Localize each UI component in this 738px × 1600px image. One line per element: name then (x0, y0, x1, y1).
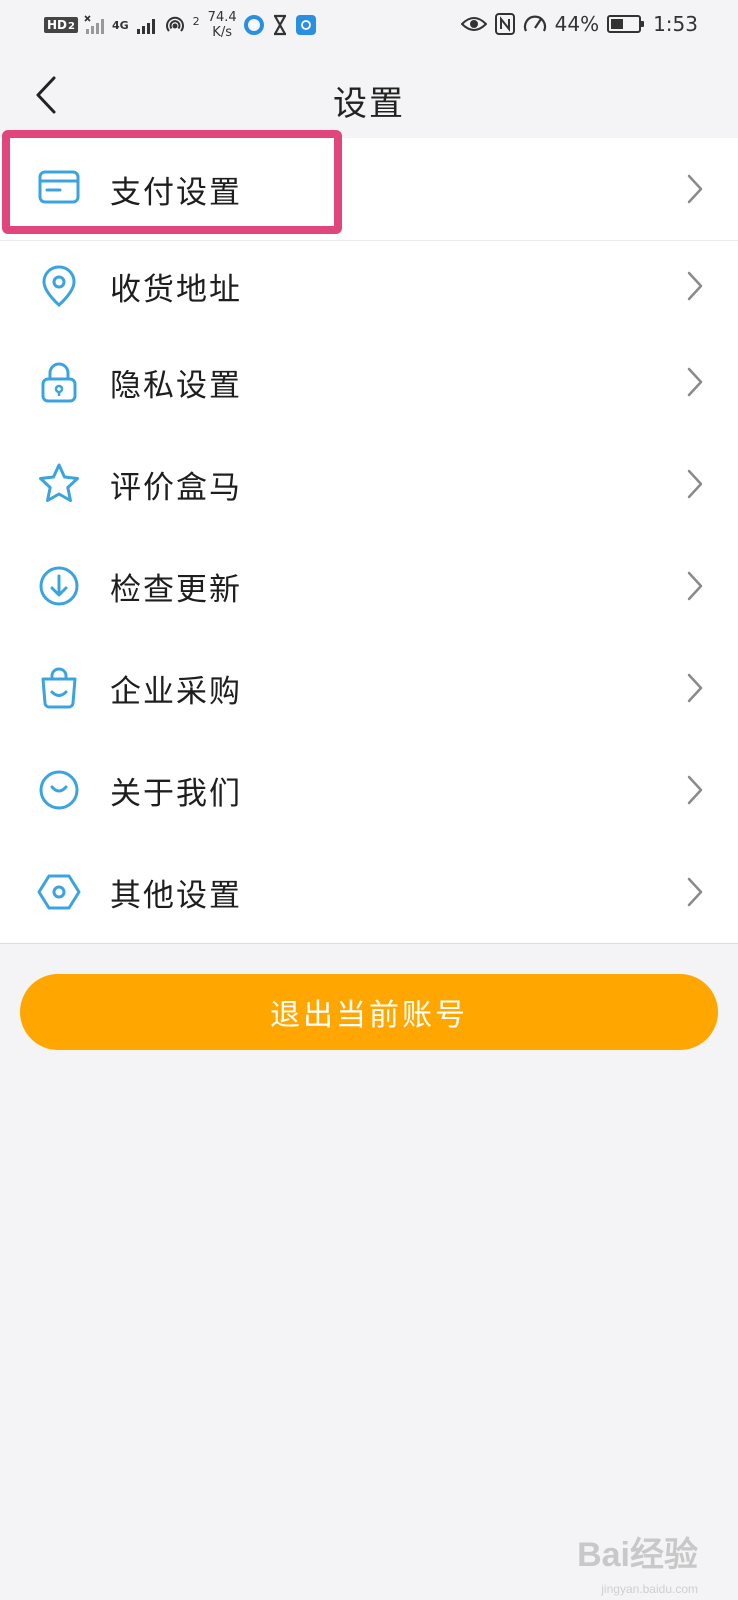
hd-badge: HD2 (44, 17, 78, 33)
payment-card-icon (38, 170, 80, 204)
chevron-right-icon (687, 877, 703, 907)
hourglass-icon (273, 14, 286, 36)
menu-item-label: 收货地址 (110, 271, 242, 308)
download-icon (39, 566, 79, 606)
nav-bar: 设置 (0, 54, 738, 138)
menu-item-payment-settings[interactable]: 支付设置 (0, 138, 738, 241)
battery-level (611, 19, 623, 29)
settings-menu: 支付设置 收货地址 隐私设置 评价盒马 检查更新 企业采购 关于我们 其他设置 (0, 138, 738, 944)
network-type-label: 4G (111, 18, 129, 32)
signal-strength-icon (136, 19, 155, 34)
eye-icon (460, 17, 487, 31)
menu-item-about-us[interactable]: 关于我们 (0, 739, 738, 841)
menu-item-label: 关于我们 (110, 775, 242, 812)
chevron-right-icon (687, 775, 703, 805)
hotspot-icon (165, 16, 184, 32)
logout-button[interactable]: 退出当前账号 (20, 974, 718, 1050)
menu-item-rate-app[interactable]: 评价盒马 (0, 433, 738, 535)
location-pin-icon (42, 265, 76, 307)
menu-item-label: 检查更新 (110, 571, 242, 608)
signal-no-sim-icon (84, 15, 104, 34)
menu-item-privacy-settings[interactable]: 隐私设置 (0, 331, 738, 433)
menu-item-label: 隐私设置 (110, 367, 242, 404)
hexagon-settings-icon (37, 874, 81, 910)
app-badge-icon (295, 15, 316, 35)
battery-percent: 44% (554, 12, 600, 36)
shopping-bag-icon (41, 667, 77, 709)
app-notification-icon (243, 15, 264, 35)
chevron-right-icon (687, 673, 703, 703)
baidu-watermark: Bai经验 (577, 1536, 698, 1574)
smile-icon (39, 770, 79, 810)
status-left: HD2 4G 2 74.4 K/s (44, 10, 317, 40)
menu-item-shipping-address[interactable]: 收货地址 (0, 241, 738, 331)
menu-item-label: 评价盒马 (110, 469, 242, 506)
menu-item-label: 其他设置 (110, 877, 242, 914)
status-bar: HD2 4G 2 74.4 K/s 44% 1:53 (0, 0, 738, 54)
network-speed: 74.4 K/s (207, 10, 237, 40)
lock-icon (41, 362, 77, 403)
chevron-right-icon (687, 571, 703, 601)
clock: 1:53 (653, 12, 698, 36)
chevron-right-icon (687, 271, 703, 301)
hotspot-count: 2 (192, 14, 200, 28)
menu-item-check-update[interactable]: 检查更新 (0, 535, 738, 637)
menu-item-enterprise-purchase[interactable]: 企业采购 (0, 637, 738, 739)
page-title: 设置 (333, 84, 405, 124)
nfc-icon (494, 13, 515, 35)
chevron-right-icon (687, 174, 703, 204)
baidu-watermark-url: jingyan.baidu.com (601, 1582, 698, 1596)
status-right: 44% 1:53 (460, 12, 698, 36)
battery-icon (607, 15, 645, 33)
chevron-right-icon (687, 469, 703, 499)
menu-item-label: 支付设置 (110, 174, 242, 211)
menu-item-label: 企业采购 (110, 673, 242, 710)
menu-item-other-settings[interactable]: 其他设置 (0, 841, 738, 943)
chevron-right-icon (687, 367, 703, 397)
star-icon (39, 463, 79, 502)
speed-gauge-icon (523, 15, 546, 32)
